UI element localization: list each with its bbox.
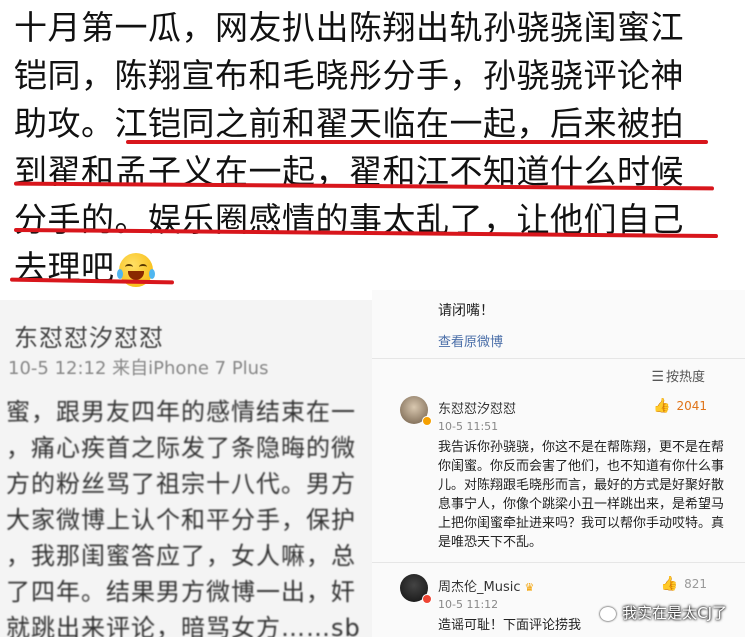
article-line-1: 十月第一瓜，网友扒出陈翔出轨孙骁骁闺蜜江 bbox=[14, 8, 684, 47]
post-meta: 10-5 12:12 来自iPhone 7 Plus bbox=[8, 358, 269, 379]
post-text-row: 蜜，跟男友四年的感情结束在一 bbox=[6, 398, 356, 426]
like-count: 2041 bbox=[676, 399, 707, 413]
left-weibo-screenshot: 东怼怼汐怼怼 10-5 12:12 来自iPhone 7 Plus 蜜，跟男友四… bbox=[0, 300, 372, 637]
thumbs-up-icon: 👍 bbox=[660, 576, 679, 592]
like-button[interactable]: 👍 2041 bbox=[653, 398, 707, 414]
sort-icon: ☰ bbox=[651, 369, 664, 385]
crown-icon: ♛ bbox=[524, 581, 535, 594]
right-weibo-screenshot: 请闭嘴！ 查看原微博 ☰ 按热度 东怼怼汐怼怼 👍 2041 10-5 11:51 … bbox=[372, 290, 745, 637]
quoted-post-text: 请闭嘴！ bbox=[438, 303, 494, 319]
watermark-text: 我实在是太CJ了 bbox=[622, 604, 727, 622]
post-text-row: ，我那闺蜜答应了，女人嘛，总 bbox=[6, 542, 356, 570]
comment-time: 10-5 11:51 bbox=[438, 420, 499, 433]
comment-username[interactable]: 东怼怼汐怼怼 bbox=[438, 398, 516, 417]
divider bbox=[372, 358, 745, 359]
post-text-row: 方的粉丝骂了祖宗十八代。男方 bbox=[6, 470, 356, 498]
sort-label: 按热度 bbox=[665, 370, 705, 385]
comment-time: 10-5 11:12 bbox=[438, 598, 499, 611]
article-line-2: 铠同，陈翔宣布和毛晓彤分手，孙骁骁评论神 bbox=[14, 56, 684, 95]
verified-badge-icon bbox=[422, 594, 432, 604]
highlight-underline bbox=[126, 140, 708, 144]
thumbs-up-icon: 👍 bbox=[653, 398, 671, 414]
article-line-6: 去理吧 bbox=[14, 244, 155, 292]
divider bbox=[372, 562, 745, 563]
like-count: 821 bbox=[684, 577, 707, 591]
comment-username-row: 周杰伦_Music ♛ bbox=[438, 576, 534, 595]
post-text-row: ，痛心疾首之际发了条隐晦的微 bbox=[6, 434, 356, 462]
sort-by-hot-button[interactable]: ☰ 按热度 bbox=[651, 366, 705, 385]
post-text-row: 了四年。结果男方微博一出，奸 bbox=[6, 578, 356, 606]
verified-badge-icon bbox=[422, 416, 432, 426]
like-button[interactable]: 👍 821 bbox=[661, 576, 707, 592]
comment-username[interactable]: 周杰伦_Music bbox=[438, 580, 521, 595]
post-text-row: 大家微博上认个和平分手，保护 bbox=[6, 506, 356, 534]
view-original-link[interactable]: 查看原微博 bbox=[438, 331, 503, 350]
comment-body: 我告诉你孙骁骁，你这不是在帮陈翔，更不是在帮你闺蜜。你反而会害了他们，也不知道有… bbox=[438, 440, 725, 550]
wechat-icon bbox=[600, 606, 617, 621]
post-text-row: 就跳出来评论，暗骂女方……sb bbox=[6, 614, 361, 637]
post-username: 东怼怼汐怼怼 bbox=[14, 324, 164, 352]
wechat-watermark: 我实在是太CJ了 bbox=[600, 602, 727, 623]
